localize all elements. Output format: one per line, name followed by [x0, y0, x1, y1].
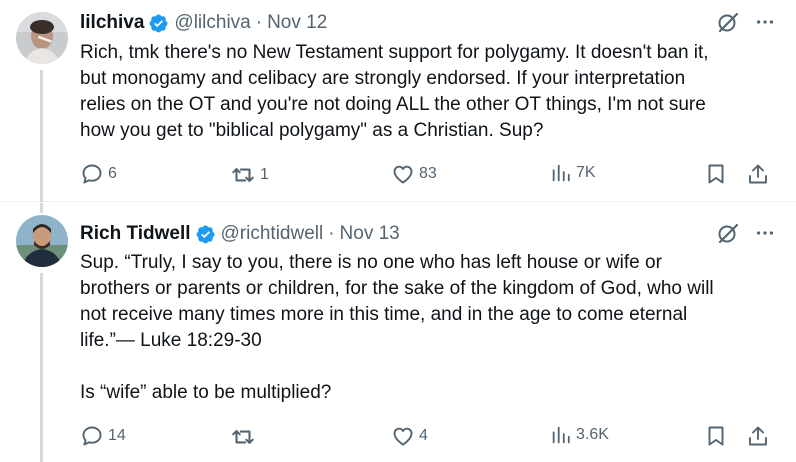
like-icon [391, 162, 415, 186]
views-button[interactable]: 3.6K [550, 424, 609, 446]
like-button[interactable]: 4 [391, 424, 428, 448]
reply-count: 6 [108, 165, 117, 182]
like-count: 83 [419, 165, 437, 182]
like-count: 4 [419, 427, 428, 444]
views-button[interactable]: 7K [550, 162, 596, 184]
repost-icon [230, 162, 256, 188]
reply-icon [80, 424, 104, 448]
thread-line [40, 273, 43, 462]
reply-icon [80, 162, 104, 186]
views-icon [550, 162, 572, 184]
like-button[interactable]: 83 [391, 162, 437, 186]
verified-badge-icon [148, 13, 169, 34]
like-icon [391, 424, 415, 448]
more-icon[interactable] [754, 11, 776, 33]
timestamp[interactable]: Nov 13 [340, 223, 400, 245]
grok-icon[interactable] [716, 221, 740, 245]
reply-button[interactable]: 14 [80, 424, 126, 448]
repost-icon [230, 424, 256, 450]
handle[interactable]: @lilchiva [174, 12, 250, 34]
bookmark-button[interactable] [704, 162, 732, 186]
repost-count: 1 [260, 166, 269, 183]
grok-icon[interactable] [716, 10, 740, 34]
tweet-header: lilchiva @lilchiva · Nov 12 [80, 10, 780, 36]
share-button[interactable] [746, 424, 774, 448]
thread-line [40, 203, 43, 213]
timestamp[interactable]: Nov 12 [267, 12, 327, 34]
bookmark-icon [704, 424, 728, 448]
views-icon [550, 424, 572, 446]
share-icon [746, 424, 770, 448]
more-icon[interactable] [754, 222, 776, 244]
avatar[interactable] [16, 215, 68, 267]
tweet-richtidwell[interactable]: Rich Tidwell @richtidwell · Nov 13 Sup. … [0, 203, 796, 462]
repost-button[interactable]: 1 [230, 162, 269, 188]
reply-button[interactable]: 6 [80, 162, 117, 186]
tweet-actions: 6 1 83 7K [80, 162, 780, 192]
share-icon [746, 162, 770, 186]
handle[interactable]: @richtidwell [221, 223, 324, 245]
reply-count: 14 [108, 427, 126, 444]
tweet-actions: 14 4 3.6K [80, 424, 780, 454]
display-name[interactable]: Rich Tidwell [80, 223, 191, 245]
thread-line [40, 70, 43, 202]
tweet-text: Sup. “Truly, I say to you, there is no o… [80, 252, 714, 403]
views-count: 3.6K [576, 426, 609, 443]
bookmark-button[interactable] [704, 424, 732, 448]
display-name[interactable]: lilchiva [80, 12, 144, 34]
views-count: 7K [576, 164, 596, 181]
tweet-text: Rich, tmk there's no New Testament suppo… [80, 42, 709, 141]
tweet-lilchiva[interactable]: lilchiva @lilchiva · Nov 12 Rich, tmk th… [0, 0, 796, 202]
avatar[interactable] [16, 12, 68, 64]
share-button[interactable] [746, 162, 774, 186]
separator: · [328, 223, 335, 244]
repost-button[interactable] [230, 424, 260, 450]
verified-badge-icon [195, 224, 216, 245]
bookmark-icon [704, 162, 728, 186]
tweet-header: Rich Tidwell @richtidwell · Nov 13 [80, 221, 780, 247]
separator: · [255, 12, 263, 33]
